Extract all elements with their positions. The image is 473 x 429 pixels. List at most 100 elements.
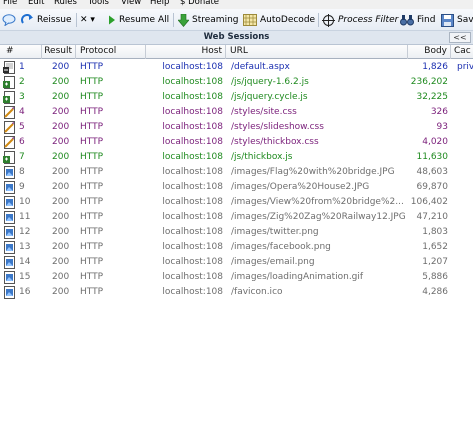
find-button[interactable]: Find [400, 12, 435, 28]
session-url: /images/twitter.png [231, 227, 319, 237]
image-document-icon [3, 241, 17, 254]
session-row[interactable]: 6 200 HTTP localhost:108/styles/thickbox.cs… [0, 135, 473, 150]
toolbar: Reissue ✕ ▾ Resume All Streaming AutoDec… [0, 9, 473, 31]
session-row[interactable]: 12 200 HTTP localhost:108/images/twitter.pn… [0, 225, 473, 240]
menu-view[interactable]: View [121, 0, 141, 8]
session-url: /images/Flag%20with%20bridge.JPG [231, 167, 395, 177]
session-row[interactable]: 10 200 HTTP localhost:108/images/View%20fro… [0, 195, 473, 210]
menu-file[interactable]: File [3, 0, 17, 8]
menu-edit[interactable]: Edit [28, 0, 44, 8]
resume-all-label: Resume All [119, 15, 170, 25]
session-result: 200 [52, 77, 70, 87]
save-button[interactable]: Sav [441, 12, 473, 28]
session-number: 3 [19, 92, 25, 102]
session-body-size: 1,207 [422, 257, 448, 267]
session-row[interactable]: 9 200 HTTP localhost:108/images/Opera%20Hou… [0, 180, 473, 195]
session-caching [457, 210, 473, 225]
session-row[interactable]: 8 200 HTTP localhost:108/images/Flag%20with… [0, 165, 473, 180]
session-body-size: 236,202 [410, 77, 448, 87]
session-body-size: 11,630 [416, 152, 449, 162]
session-protocol: HTTP [80, 62, 104, 72]
process-filter-label: Process Filter [338, 15, 399, 25]
session-host: localhost:108 [162, 212, 223, 222]
column-header-protocol[interactable]: Protocol [76, 45, 146, 59]
session-result: 200 [52, 197, 70, 207]
session-protocol: HTTP [80, 167, 104, 177]
column-header-result[interactable]: Result [42, 45, 76, 59]
session-caching: priv [457, 62, 473, 72]
session-row[interactable]: 5 200 HTTP localhost:108/styles/slideshow.c… [0, 120, 473, 135]
image-document-icon [3, 181, 17, 194]
column-header-caching[interactable]: Cac [451, 45, 473, 59]
menu-donate[interactable]: $ Donate [180, 0, 219, 8]
comment-button[interactable] [2, 12, 19, 28]
column-header-number[interactable]: # [0, 45, 42, 59]
session-row[interactable]: 4 200 HTTP localhost:108/styles/site.css 326 [0, 105, 473, 120]
session-row[interactable]: 1 200 HTTP localhost:108/default.aspx 1,826 p… [0, 60, 473, 75]
session-caching [457, 240, 473, 255]
menu-rules[interactable]: Rules [54, 0, 77, 8]
reissue-button[interactable]: Reissue [21, 12, 72, 28]
remove-dropdown[interactable]: ✕ ▾ [80, 12, 95, 28]
session-row[interactable]: 14 200 HTTP localhost:108/images/email.png 1… [0, 255, 473, 270]
session-result: 200 [52, 257, 70, 267]
streaming-button[interactable]: Streaming [178, 12, 238, 28]
web-sessions-title: Web Sessions [0, 31, 473, 45]
toolbar-separator [318, 13, 319, 27]
save-label: Sav [457, 15, 473, 25]
session-url: /images/facebook.png [231, 242, 331, 252]
resume-all-button[interactable]: Resume All [108, 12, 169, 28]
script-document-icon [3, 91, 17, 104]
column-header-body[interactable]: Body [408, 45, 451, 59]
session-result: 200 [52, 212, 70, 222]
session-protocol: HTTP [80, 227, 104, 237]
play-icon [109, 15, 115, 25]
session-row[interactable]: 16 200 HTTP localhost:108/favicon.ico 4,286 [0, 285, 473, 300]
session-row[interactable]: 15 200 HTTP localhost:108/images/loadingAni… [0, 270, 473, 285]
session-protocol: HTTP [80, 212, 104, 222]
column-header-host[interactable]: Host [146, 45, 226, 59]
menu-tools[interactable]: Tools [88, 0, 109, 8]
collapse-button[interactable]: << [449, 32, 471, 43]
session-row[interactable]: 2 200 HTTP localhost:108/js/jquery-1.6.2.js… [0, 75, 473, 90]
script-document-icon [3, 151, 17, 164]
session-body-size: 32,225 [416, 92, 449, 102]
session-number: 5 [19, 122, 25, 132]
session-number: 15 [19, 272, 31, 282]
session-host: localhost:108 [162, 152, 223, 162]
autodecode-button[interactable]: AutoDecode [243, 12, 315, 28]
menu-help[interactable]: Help [150, 0, 169, 8]
session-row[interactable]: 11 200 HTTP localhost:108/images/Zig%20Zag%… [0, 210, 473, 225]
session-result: 200 [52, 242, 70, 252]
session-number: 13 [19, 242, 31, 252]
binoculars-icon [400, 15, 414, 26]
session-caching [457, 75, 473, 90]
session-caching [457, 165, 473, 180]
session-body-size: 1,652 [422, 242, 448, 252]
session-result: 200 [52, 227, 70, 237]
session-url: /styles/slideshow.css [231, 122, 324, 132]
session-caching [457, 135, 473, 150]
session-protocol: HTTP [80, 77, 104, 87]
find-label: Find [417, 15, 436, 25]
session-host: localhost:108 [162, 242, 223, 252]
session-caching [457, 105, 473, 120]
column-header-url[interactable]: URL [226, 45, 408, 59]
session-protocol: HTTP [80, 197, 104, 207]
process-filter-button[interactable]: Process Filter [322, 12, 398, 28]
session-body-size: 69,870 [416, 182, 449, 192]
session-url: /js/jquery-1.6.2.js [231, 77, 309, 87]
autodecode-label: AutoDecode [260, 15, 316, 25]
session-row[interactable]: 7 200 HTTP localhost:108/js/thickbox.js 11,6… [0, 150, 473, 165]
session-result: 200 [52, 167, 70, 177]
streaming-arrow-icon [178, 13, 189, 27]
session-row[interactable]: 13 200 HTTP localhost:108/images/facebook.p… [0, 240, 473, 255]
session-url: /images/Opera%20House2.JPG [231, 182, 370, 192]
session-number: 2 [19, 77, 25, 87]
save-icon [441, 13, 454, 27]
session-row[interactable]: 3 200 HTTP localhost:108/js/jquery.cycle.js… [0, 90, 473, 105]
session-url: /styles/thickbox.css [231, 137, 319, 147]
session-body-size: 1,803 [422, 227, 448, 237]
session-url: /images/Zig%20Zag%20Railway12.JPG [231, 212, 406, 222]
session-host: localhost:108 [162, 77, 223, 87]
